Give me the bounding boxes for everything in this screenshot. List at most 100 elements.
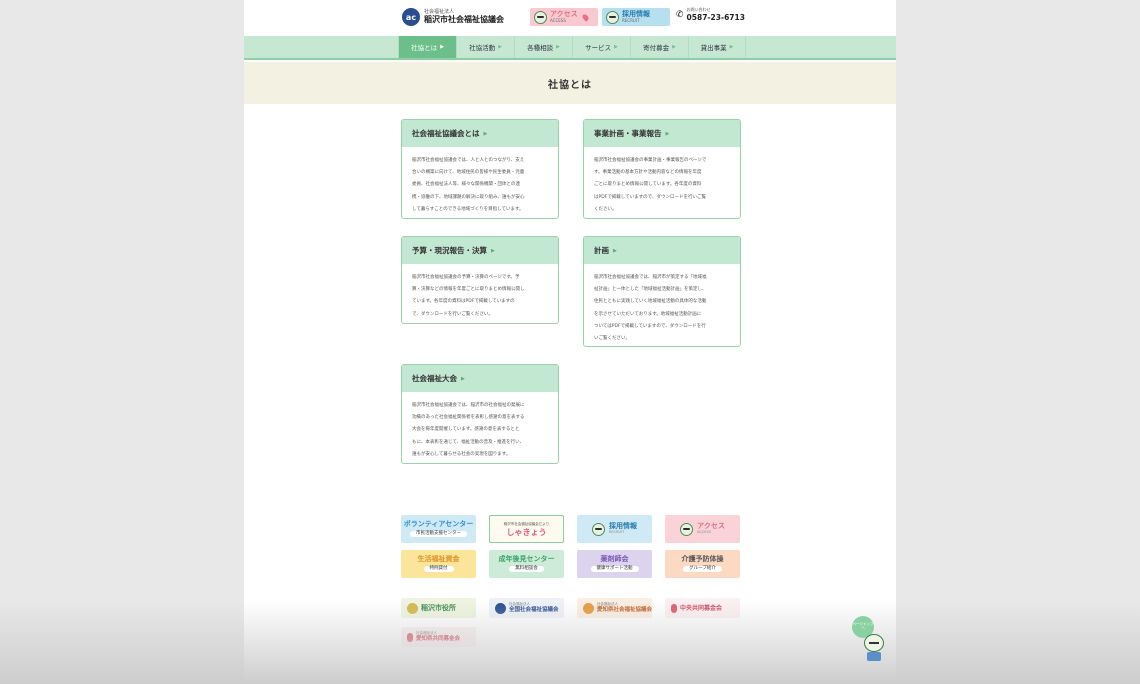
access-en-label: ACCESS [550, 18, 566, 23]
mascot-face-icon [680, 522, 694, 536]
access-button[interactable]: アクセス ACCESS [530, 8, 598, 26]
phone-contact[interactable]: ✆ お問い合わせ 0587-23-6713 [676, 8, 745, 22]
triangle-right-icon: ▶ [498, 44, 502, 50]
phone-label: お問い合わせ [686, 7, 711, 12]
card-title: 計画 [594, 246, 609, 255]
recruit-en-label: RECRUIT [622, 18, 640, 23]
card-about-council[interactable]: 社会福祉協議会とは ▶ 稲沢市社会福祉協議会では、人と人とのつながり、支え 合い… [401, 119, 559, 219]
card-description: 稲沢市社会福祉協議会では、人と人とのつながり、支え 合いの構築に向けて、地域住民… [402, 147, 558, 218]
banner-care-prevention[interactable]: 介護予防体操 グループ紹介 [665, 550, 740, 578]
banner-newsletter[interactable]: 稲沢市社会福祉協議会だより しゃきょう [489, 515, 564, 543]
site-logo[interactable]: ac 社会福祉法人 稲沢市社会福祉協議会 [402, 8, 504, 26]
card-line: 祉計画」と一体とした「地域福祉活動計画」を策定し、 [594, 287, 707, 293]
card-plan[interactable]: 計画 ▶ 稲沢市社会福祉協議会では、稲沢市が策定する「地域福 祉計画」と一体とし… [583, 236, 741, 347]
banner-title: しゃきょう [506, 527, 547, 537]
link-aichi-council[interactable]: 社会福祉法人 愛知県社会福祉協議会 [577, 598, 652, 618]
nav-item-services[interactable]: サービス ▶ [572, 36, 630, 58]
banner-recruit[interactable]: 採用情報 RECRUIT [577, 515, 652, 543]
banner-volunteer-center[interactable]: ボランティアセンター 市民活動支援センター [401, 515, 476, 543]
page-title-band: 社協とは [244, 62, 896, 104]
link-title: 愛知県共同募金会 [416, 635, 461, 642]
banner-en-label: RECRUIT [609, 530, 625, 535]
page: ac 社会福祉法人 稲沢市社会福祉協議会 アクセス ACCESS 採用情報 RE… [244, 0, 896, 684]
banner-title: 介護予防体操 [681, 554, 724, 563]
phone-icon: ✆ [676, 9, 684, 20]
nav-label: 各種相談 [527, 44, 554, 52]
card-line: 功績のあった社会福祉関係者を表彰し感謝の意を表する [412, 415, 525, 421]
triangle-right-icon: ▶ [614, 44, 618, 50]
global-nav: 社協とは ▶ 社協活動 ▶ 各種相談 ▶ サービス ▶ 寄付募金 ▶ 貸出事業 ▶ [244, 36, 896, 60]
banner-title: ボランティアセンター [403, 519, 474, 528]
nav-item-lending[interactable]: 貸出事業 ▶ [688, 36, 746, 58]
page-title: 社協とは [548, 79, 592, 91]
card-description: 稲沢市社会福祉協議会では、稲沢市の社会福祉の発展に 功績のあった社会福祉関係者を… [402, 392, 558, 463]
card-title: 社会福祉大会 [412, 374, 457, 383]
card-line: 稲沢市社会福祉協議会の予算・決算のページです。予 [412, 275, 520, 280]
red-feather-icon [671, 603, 677, 613]
nav-label: 寄付募金 [643, 44, 670, 52]
triangle-right-icon: ▶ [483, 130, 488, 137]
banner-subtitle: グループ紹介 [683, 565, 722, 573]
link-subtitle: 社会福祉法人 [416, 631, 437, 635]
card-line: はPDFで掲載していますので、ダウンロードを行いご覧 [594, 194, 706, 200]
card-business-plan[interactable]: 事業計画・事業報告 ▶ 稲沢市社会福祉協議会の事業計画・事業報告のページで す。… [583, 119, 741, 219]
card-line: で、ダウンロードを行いご覧ください。 [412, 311, 493, 317]
nav-item-consultation[interactable]: 各種相談 ▶ [514, 36, 572, 58]
nav-item-activities[interactable]: 社協活動 ▶ [456, 36, 514, 58]
card-description: 稲沢市社会福祉協議会の事業計画・事業報告のページで す。事業活動の基本方針や活動… [584, 147, 740, 218]
card-budget[interactable]: 予算・現況報告・決算 ▶ 稲沢市社会福祉協議会の予算・決算のページです。予 算・… [401, 236, 559, 324]
banner-subtitle: 健康サポート活動 [590, 565, 639, 573]
card-title: 事業計画・事業報告 [594, 129, 662, 138]
map-pin-icon [580, 12, 590, 22]
page-top-button[interactable]: ページトップへ [852, 616, 886, 664]
recruit-button[interactable]: 採用情報 RECRUIT [602, 8, 670, 26]
banner-guardianship-center[interactable]: 成年後見センター 無料相談会 [489, 550, 564, 578]
card-title: 社会福祉協議会とは [412, 129, 480, 138]
mascot-icon [864, 634, 884, 662]
link-central-community-chest[interactable]: 中央共同募金会 [665, 598, 740, 618]
nav-item-donation[interactable]: 寄付募金 ▶ [630, 36, 688, 58]
card-line: 稲沢市社会福祉協議会では、稲沢市が策定する「地域福 [594, 275, 707, 280]
banner-title: 生活福祉資金 [417, 554, 460, 563]
card-header[interactable]: 予算・現況報告・決算 ▶ [402, 237, 558, 264]
nav-item-about[interactable]: 社協とは ▶ [398, 36, 456, 58]
banner-en-label: ACCESS [697, 530, 712, 535]
mascot-face-icon [592, 522, 605, 536]
card-line: 委員、社会福祉法人等、様々な関係機関・団体との連 [412, 182, 520, 188]
card-line: ごとに取りまとめ情報公開しています。各年度の資料 [594, 182, 702, 188]
access-label: アクセス [550, 10, 578, 18]
link-aichi-community-chest[interactable]: 社会福祉法人 愛知県共同募金会 [401, 627, 476, 647]
city-hall-icon [407, 602, 418, 614]
card-header[interactable]: 社会福祉協議会とは ▶ [402, 120, 558, 147]
mascot-face-icon [606, 10, 619, 24]
card-line: いご覧ください。 [594, 336, 630, 342]
card-line: 稲沢市社会福祉協議会の事業計画・事業報告のページで [594, 158, 707, 163]
card-header[interactable]: 計画 ▶ [584, 237, 740, 264]
nav-label: 社協活動 [469, 44, 496, 52]
banner-living-welfare-fund[interactable]: 生活福祉資金 特例貸付 [401, 550, 476, 578]
recruit-label: 採用情報 [622, 10, 650, 18]
card-line: ています。各年度の資料はPDFで掲載していますの [412, 299, 515, 305]
triangle-right-icon: ▶ [440, 44, 444, 50]
card-welfare-convention[interactable]: 社会福祉大会 ▶ 稲沢市社会福祉協議会では、稲沢市の社会福祉の発展に 功績のあっ… [401, 364, 559, 464]
banner-pharmacist[interactable]: 薬剤師会 健康サポート活動 [577, 550, 652, 578]
card-line: 稲沢市社会福祉協議会では、人と人とのつながり、支え [412, 158, 525, 163]
council-logo-icon [583, 602, 594, 614]
nav-label: サービス [585, 44, 612, 52]
card-line: ください。 [594, 206, 617, 212]
logo-mark-icon: ac [402, 8, 420, 26]
card-line: 住民とともに実践していく地域福祉活動の具体的な活動 [594, 299, 707, 305]
link-inazawa-city[interactable]: 稲沢市役所 [401, 598, 476, 618]
banner-subtitle: 市民活動支援センター [410, 530, 467, 538]
triangle-right-icon: ▶ [491, 247, 495, 254]
card-header[interactable]: 事業計画・事業報告 ▶ [584, 120, 740, 147]
link-national-council[interactable]: 社会福祉法人 全国社会福祉協議会 [489, 598, 564, 618]
triangle-right-icon: ▶ [672, 44, 676, 50]
card-header[interactable]: 社会福祉大会 ▶ [402, 365, 558, 392]
banner-access[interactable]: アクセス ACCESS [665, 515, 740, 543]
triangle-right-icon: ▶ [461, 375, 465, 382]
link-title: 中央共同募金会 [680, 604, 723, 612]
banner-title: 成年後見センター [498, 554, 555, 563]
banner-title: アクセス [697, 522, 725, 531]
card-line: を示させていただいております。地域福祉活動計画に [594, 311, 702, 317]
